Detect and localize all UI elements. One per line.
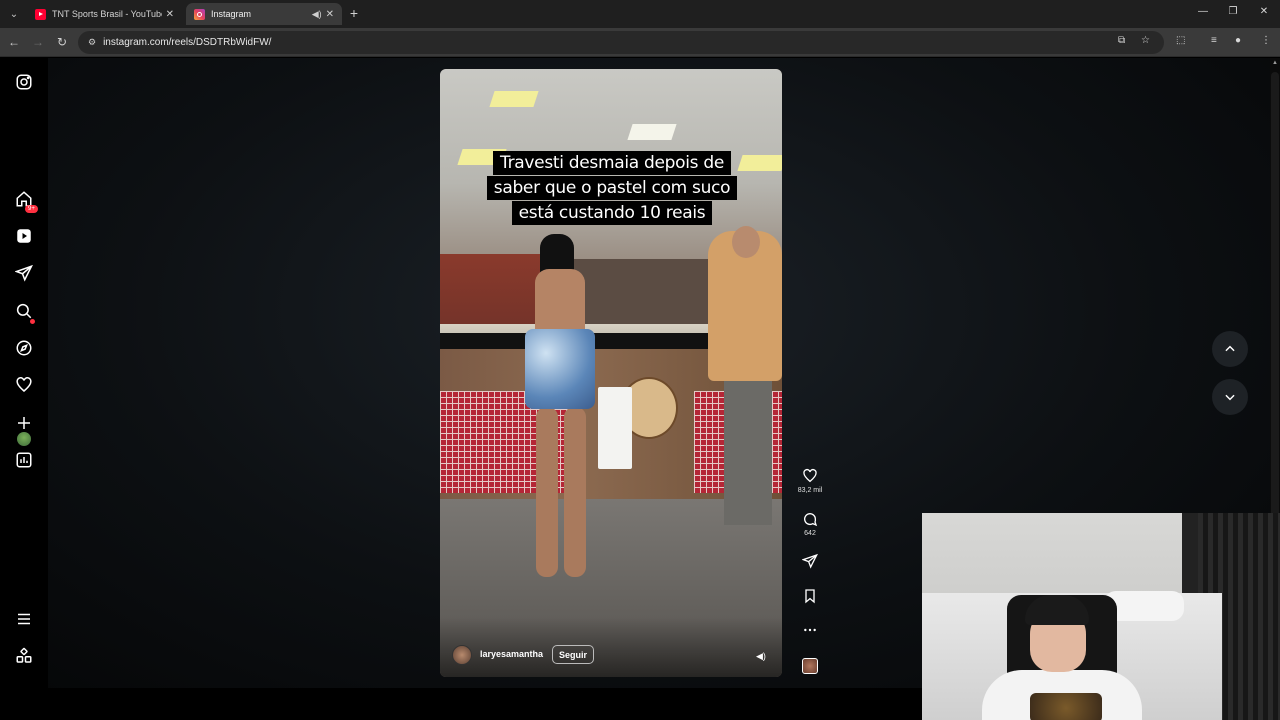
minimize-icon[interactable]: — xyxy=(1195,6,1211,17)
new-tab-button[interactable]: + xyxy=(346,5,362,21)
ceiling-light xyxy=(737,155,782,171)
comments-count: 642 xyxy=(804,530,816,537)
messages-icon[interactable] xyxy=(15,264,33,282)
close-tab-icon[interactable]: ✕ xyxy=(326,9,334,20)
video-scene xyxy=(598,387,632,469)
mute-icon[interactable]: ◀) xyxy=(756,651,766,662)
browser-toolbar: ← → ↻ ⚙ instagram.com/reels/DSDTRbWidFW/… xyxy=(0,28,1280,57)
speaker-icon[interactable]: ◀) xyxy=(312,9,322,20)
video-scene xyxy=(724,375,772,525)
tab-title: TNT Sports Brasil - YouTube xyxy=(52,9,162,19)
more-menu-icon[interactable] xyxy=(15,610,33,628)
chevron-up-icon xyxy=(1225,345,1235,352)
heart-icon xyxy=(803,468,817,483)
instagram-logo-icon[interactable] xyxy=(15,73,33,91)
video-scene xyxy=(525,329,595,409)
browser-tab-bar: ⌄ TNT Sports Brasil - YouTube ✕ Instagra… xyxy=(0,0,1280,28)
instagram-sidebar xyxy=(0,58,48,688)
browser-menu-icon[interactable]: ⋮ xyxy=(1261,35,1271,46)
video-scene xyxy=(440,617,782,677)
forward-icon[interactable]: → xyxy=(30,34,46,50)
bookmark-star-icon[interactable]: ☆ xyxy=(1141,35,1150,46)
notification-dot xyxy=(30,319,35,324)
search-icon[interactable] xyxy=(15,302,33,320)
profile-avatar[interactable] xyxy=(17,432,31,446)
video-scene xyxy=(732,226,760,258)
ceiling-light xyxy=(489,91,539,107)
comment-button[interactable]: 642 xyxy=(795,511,825,537)
webcam-scene xyxy=(1025,595,1089,625)
follow-button[interactable]: Seguir xyxy=(552,645,595,664)
youtube-icon xyxy=(35,8,46,20)
next-reel-button[interactable] xyxy=(1212,379,1248,415)
comment-icon xyxy=(804,513,818,527)
author-username[interactable]: laryesamantha xyxy=(480,649,543,659)
caption-text: Travesti desmaia depois de saber que o p… xyxy=(486,151,738,225)
reload-icon[interactable]: ↻ xyxy=(54,34,70,50)
video-scene xyxy=(564,407,586,577)
restore-icon[interactable]: ❐ xyxy=(1225,6,1241,17)
site-info-icon[interactable]: ⚙ xyxy=(88,37,96,48)
install-app-icon[interactable]: ⧉ xyxy=(1118,35,1125,46)
webcam-scene xyxy=(1030,693,1102,720)
chevron-down-icon xyxy=(1225,394,1235,401)
bookmark-icon xyxy=(805,589,815,604)
url-text[interactable]: instagram.com/reels/DSDTRbWidFW/ xyxy=(103,37,271,48)
create-icon[interactable] xyxy=(15,414,33,432)
likes-count: 83,2 mil xyxy=(797,487,823,494)
reel-video[interactable]: Travesti desmaia depois de saber que o p… xyxy=(440,69,782,677)
tab-search-icon[interactable]: ⌄ xyxy=(5,5,23,23)
tab-instagram[interactable]: Instagram ◀) ✕ xyxy=(186,3,342,25)
share-button[interactable] xyxy=(795,553,825,569)
reels-icon[interactable] xyxy=(15,227,33,245)
instagram-icon xyxy=(194,8,205,20)
webcam-overlay xyxy=(922,513,1280,720)
like-button[interactable]: 83,2 mil xyxy=(795,468,825,494)
messages-badge: 9+ xyxy=(25,205,38,213)
ellipsis-icon xyxy=(804,628,816,632)
save-button[interactable] xyxy=(795,588,825,604)
previous-reel-button[interactable] xyxy=(1212,331,1248,367)
scroll-up-icon[interactable]: ▲ xyxy=(1272,60,1278,66)
media-controls-icon[interactable]: ≡ xyxy=(1211,35,1217,46)
profile-icon[interactable]: ● xyxy=(1235,35,1241,46)
back-icon[interactable]: ← xyxy=(6,34,22,50)
video-caption: Travesti desmaia depois de saber que o p… xyxy=(481,151,743,226)
dashboard-icon[interactable] xyxy=(15,451,33,469)
audio-thumbnail[interactable] xyxy=(802,658,818,674)
tab-title: Instagram xyxy=(211,9,252,19)
tab-youtube[interactable]: TNT Sports Brasil - YouTube ✕ xyxy=(27,3,182,25)
close-tab-icon[interactable]: ✕ xyxy=(166,9,174,20)
also-from-meta-icon[interactable] xyxy=(15,647,33,665)
notifications-icon[interactable] xyxy=(15,376,33,394)
more-options-button[interactable] xyxy=(795,622,825,638)
share-icon xyxy=(802,553,818,569)
author-avatar[interactable] xyxy=(452,645,472,665)
close-window-icon[interactable]: ✕ xyxy=(1256,6,1272,17)
address-bar[interactable]: ⚙ instagram.com/reels/DSDTRbWidFW/ ⧉ ☆ xyxy=(78,31,1164,54)
video-scene xyxy=(536,407,558,577)
ceiling-light xyxy=(627,124,677,140)
extensions-icon[interactable]: ⬚ xyxy=(1176,35,1185,46)
explore-icon[interactable] xyxy=(15,339,33,357)
